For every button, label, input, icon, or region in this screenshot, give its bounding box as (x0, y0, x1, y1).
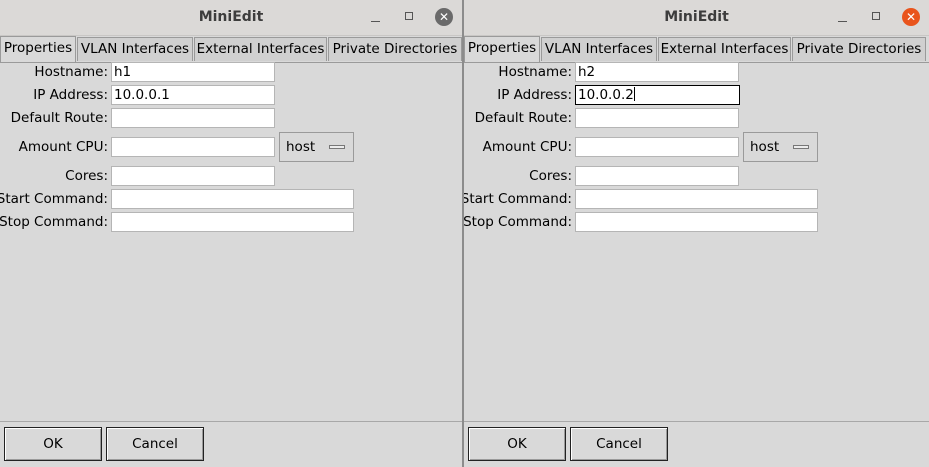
close-icon: ✕ (902, 8, 920, 26)
button-row: OK Cancel (0, 422, 462, 467)
default-route-label: Default Route: (10, 110, 108, 126)
hostname-input[interactable]: h2 (575, 62, 739, 82)
ip-address-label: IP Address: (33, 87, 108, 103)
close-button[interactable]: ✕ (434, 7, 454, 27)
start-command-input[interactable] (111, 189, 354, 209)
cpu-type-menu[interactable]: host (279, 132, 354, 162)
close-icon: ✕ (435, 8, 453, 26)
minimize-icon (838, 21, 847, 22)
ok-button[interactable]: OK (4, 427, 102, 461)
amount-cpu-label: Amount CPU: (18, 139, 108, 155)
title-bar[interactable]: MiniEdit ✕ (464, 0, 929, 36)
stop-command-input[interactable] (111, 212, 354, 232)
start-command-label: Start Command: (464, 191, 572, 207)
maximize-button[interactable] (400, 7, 420, 27)
hostname-input[interactable]: h1 (111, 62, 275, 82)
minimize-button[interactable] (366, 7, 386, 27)
maximize-icon (872, 12, 880, 20)
text-caret (633, 87, 635, 101)
tab-bar: Properties VLAN Interfaces External Inte… (0, 36, 462, 63)
hostname-label: Hostname: (498, 64, 572, 80)
cores-label: Cores: (65, 168, 108, 184)
stop-command-label: Stop Command: (464, 214, 572, 230)
cpu-type-value: host (286, 139, 316, 155)
amount-cpu-input[interactable] (575, 137, 739, 157)
start-command-input[interactable] (575, 189, 818, 209)
minimize-button[interactable] (833, 7, 853, 27)
cores-label: Cores: (529, 168, 572, 184)
minimize-icon (371, 21, 380, 22)
menu-indicator-icon (793, 145, 809, 149)
ip-address-value: 10.0.0.2 (578, 87, 634, 103)
ok-button[interactable]: OK (468, 427, 566, 461)
maximize-icon (405, 12, 413, 20)
title-bar[interactable]: MiniEdit ✕ (0, 0, 462, 36)
ip-address-label: IP Address: (497, 87, 572, 103)
maximize-button[interactable] (867, 7, 887, 27)
tab-vlan-interfaces[interactable]: VLAN Interfaces (541, 37, 657, 61)
window-title: MiniEdit (664, 9, 729, 25)
cores-input[interactable] (575, 166, 739, 186)
amount-cpu-input[interactable] (111, 137, 275, 157)
tab-properties[interactable]: Properties (464, 36, 540, 62)
cpu-type-value: host (750, 139, 780, 155)
tab-properties[interactable]: Properties (0, 36, 76, 62)
default-route-input[interactable] (111, 108, 275, 128)
miniedit-window-h2: MiniEdit ✕ Properties VLAN Interfaces Ex… (464, 0, 929, 467)
cores-input[interactable] (111, 166, 275, 186)
miniedit-window-h1: MiniEdit ✕ Properties VLAN Interfaces Ex… (0, 0, 462, 467)
tab-private-directories[interactable]: Private Directories (792, 37, 926, 61)
button-row: OK Cancel (464, 422, 929, 467)
amount-cpu-label: Amount CPU: (482, 139, 572, 155)
cpu-type-menu[interactable]: host (743, 132, 818, 162)
tab-private-directories[interactable]: Private Directories (328, 37, 462, 61)
default-route-input[interactable] (575, 108, 739, 128)
cancel-button[interactable]: Cancel (106, 427, 204, 461)
menu-indicator-icon (329, 145, 345, 149)
tab-vlan-interfaces[interactable]: VLAN Interfaces (77, 37, 193, 61)
tab-bar: Properties VLAN Interfaces External Inte… (464, 36, 929, 63)
ip-address-input[interactable]: 10.0.0.2 (575, 85, 740, 105)
hostname-label: Hostname: (34, 64, 108, 80)
default-route-label: Default Route: (474, 110, 572, 126)
stop-command-label: Stop Command: (0, 214, 108, 230)
cancel-button[interactable]: Cancel (570, 427, 668, 461)
ip-address-input[interactable]: 10.0.0.1 (111, 85, 275, 105)
close-button[interactable]: ✕ (901, 7, 921, 27)
tab-external-interfaces[interactable]: External Interfaces (194, 37, 327, 61)
start-command-label: Start Command: (0, 191, 108, 207)
stop-command-input[interactable] (575, 212, 818, 232)
tab-external-interfaces[interactable]: External Interfaces (658, 37, 791, 61)
window-title: MiniEdit (198, 9, 264, 25)
